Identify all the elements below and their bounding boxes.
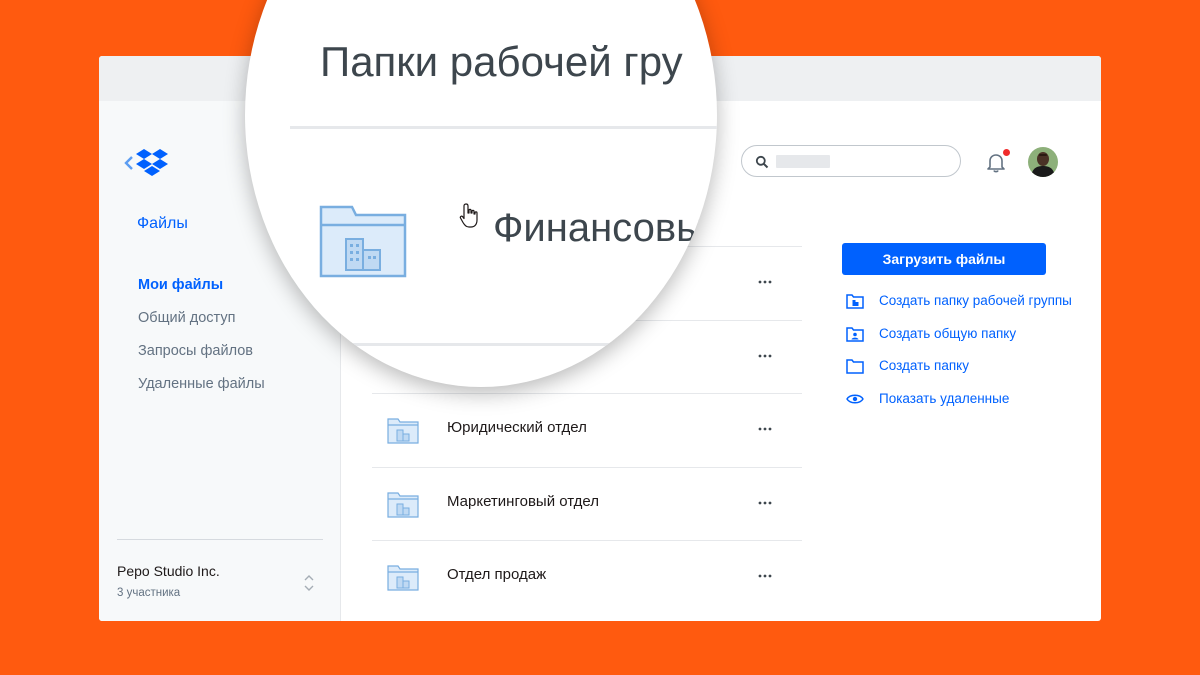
eye-icon	[846, 394, 864, 403]
team-folder-icon	[387, 491, 419, 518]
team-members-count: 3 участника	[117, 587, 181, 599]
team-switcher-icon[interactable]	[302, 572, 316, 594]
chevron-left-icon[interactable]	[123, 155, 135, 171]
search-input[interactable]	[776, 155, 830, 168]
table-row[interactable]: Отдел продаж	[372, 540, 802, 614]
dropbox-icon	[136, 149, 168, 176]
avatar-image	[1028, 147, 1058, 177]
create-team-folder-label: Создать папку рабочей группы	[879, 293, 1072, 308]
page-title: Папки рабочей гру	[320, 38, 683, 85]
more-icon[interactable]	[754, 345, 776, 367]
sidebar-divider	[117, 539, 323, 540]
more-icon[interactable]	[754, 271, 776, 293]
sidebar-item-file-requests[interactable]: Запросы файлов	[138, 341, 265, 374]
team-folder-icon	[846, 294, 864, 309]
file-name[interactable]: Отдел продаж	[447, 566, 546, 583]
sidebar-nav: Мои файлы Общий доступ Запросы файлов Уд…	[138, 275, 265, 407]
team-folder-icon	[387, 418, 419, 444]
more-icon[interactable]	[754, 418, 776, 440]
action-list: Создать папку рабочей группы Создать общ…	[846, 292, 1072, 422]
sidebar-item-my-files[interactable]: Мои файлы	[138, 275, 265, 308]
create-shared-folder-label: Создать общую папку	[879, 325, 1017, 341]
logo[interactable]	[123, 148, 173, 180]
show-deleted-label: Показать удаленные	[879, 390, 1010, 406]
shared-folder-icon	[846, 326, 864, 342]
folder-icon	[846, 359, 864, 374]
hand-cursor-icon	[459, 203, 478, 228]
show-deleted-link[interactable]: Показать удаленные	[846, 390, 1072, 423]
team-folder-icon	[387, 565, 419, 591]
file-name[interactable]: Юридический отдел	[447, 419, 587, 436]
search-box[interactable]	[741, 145, 961, 177]
file-name[interactable]: Маркетинговый отдел	[447, 493, 599, 510]
create-shared-folder-link[interactable]: Создать общую папку	[846, 325, 1072, 358]
create-folder-label: Создать папку	[879, 358, 969, 373]
notification-dot	[1003, 149, 1010, 156]
table-row[interactable]: Маркетинговый отдел	[372, 466, 802, 541]
create-folder-link[interactable]: Создать папку	[846, 357, 1072, 390]
magnifier-divider	[290, 126, 717, 129]
team-folder-icon	[319, 205, 407, 278]
upload-files-button[interactable]: Загрузить файлы	[842, 243, 1046, 275]
more-icon[interactable]	[754, 492, 776, 514]
more-icon[interactable]	[754, 565, 776, 587]
folder-name-magnified[interactable]: Финансовы	[493, 206, 705, 251]
team-name[interactable]: Pepo Studio Inc.	[117, 563, 220, 579]
create-team-folder-link[interactable]: Создать папку рабочей группы	[846, 292, 1072, 325]
magnifier-row-divider	[320, 343, 717, 346]
search-icon	[755, 155, 769, 169]
sidebar-title[interactable]: Файлы	[137, 215, 188, 233]
avatar[interactable]	[1028, 147, 1058, 177]
table-row[interactable]: Юридический отдел	[372, 393, 802, 467]
sidebar-item-deleted-files[interactable]: Удаленные файлы	[138, 374, 265, 407]
sidebar-item-sharing[interactable]: Общий доступ	[138, 308, 265, 341]
